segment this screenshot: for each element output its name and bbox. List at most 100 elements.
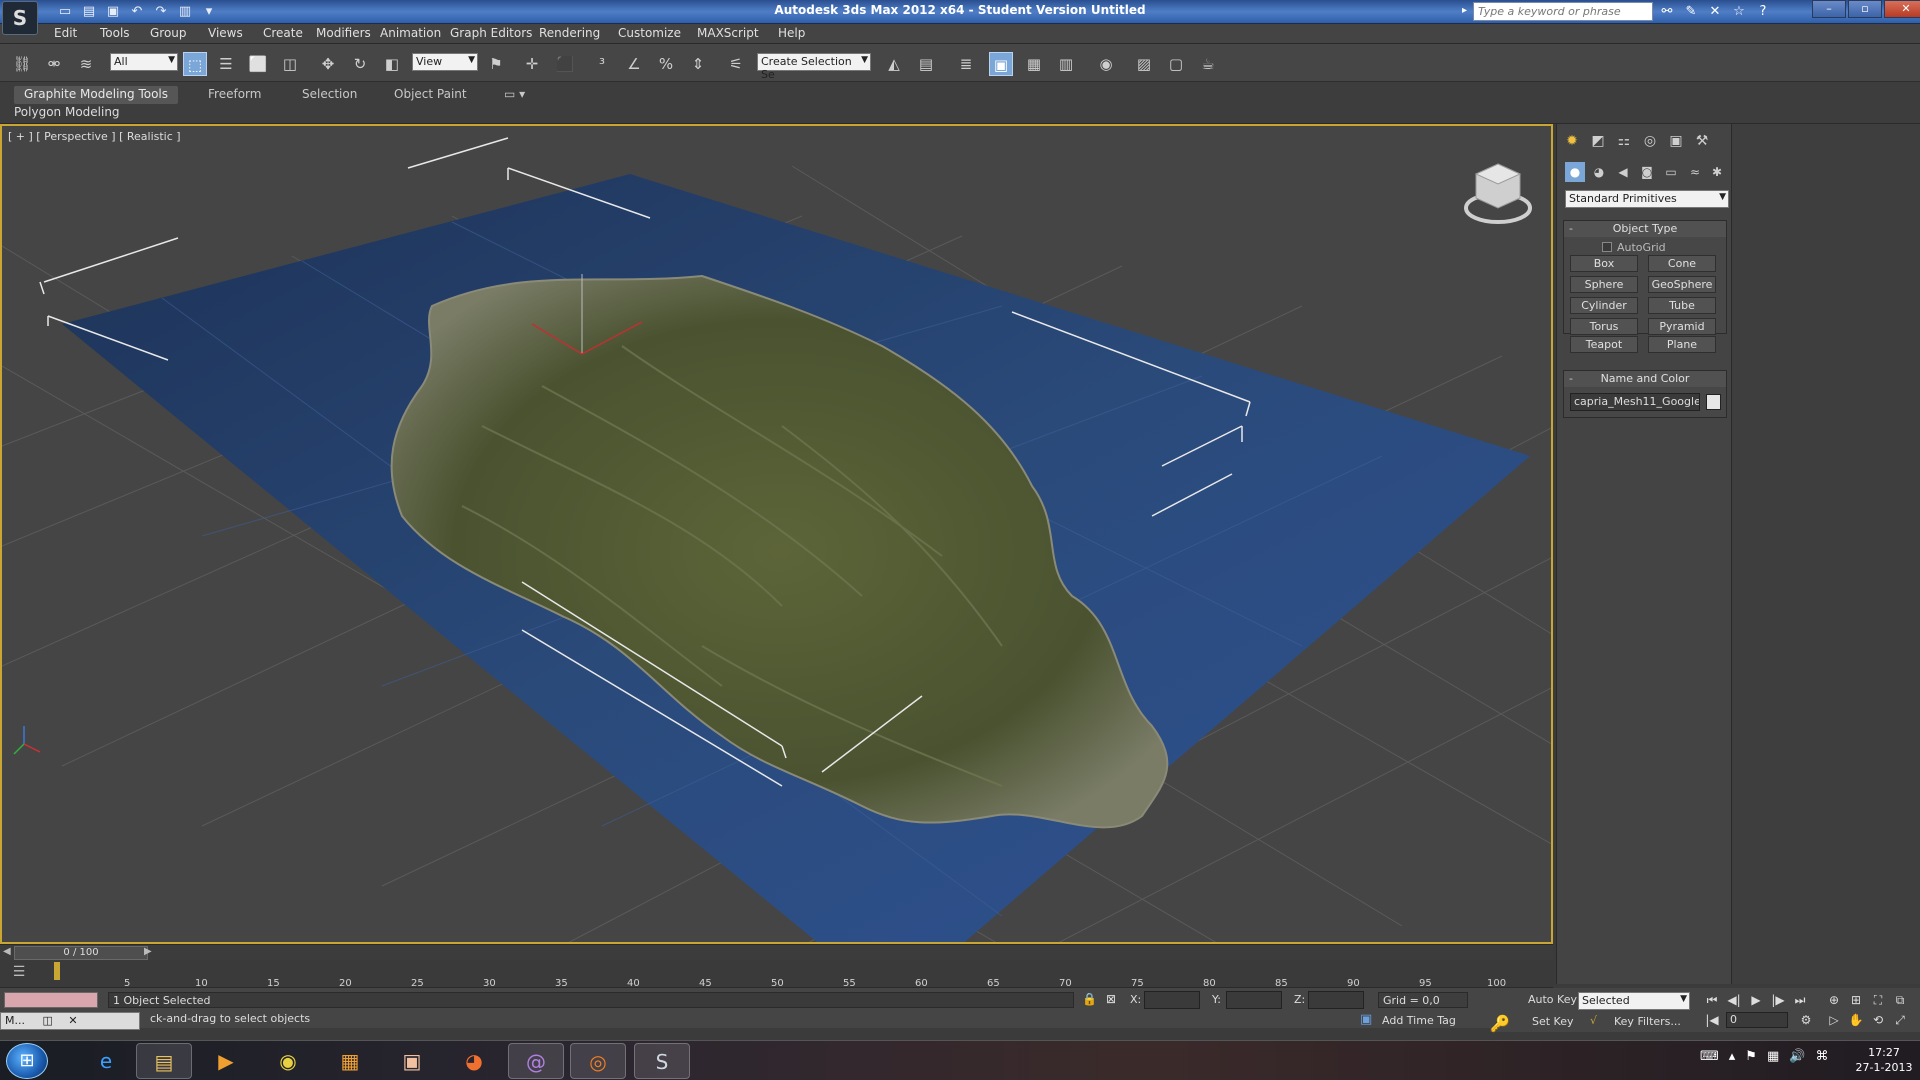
blender-icon[interactable]: ◎ [570,1043,626,1079]
bind-space-warp-icon[interactable]: ≋ [74,52,98,76]
x-coordinate-field[interactable] [1144,991,1200,1009]
edit-named-selection-icon[interactable]: ⚟ [724,52,748,76]
menu-rendering[interactable]: Rendering [539,26,600,40]
orbit-icon[interactable]: ⟲ [1868,1011,1888,1029]
layer-manager-icon[interactable]: ≣ [954,52,978,76]
zoom-all-icon[interactable]: ⊞ [1846,991,1866,1009]
menu-customize[interactable]: Customize [618,26,681,40]
select-by-name-icon[interactable]: ☰ [214,52,238,76]
snaps-toggle-icon[interactable]: ³ [590,52,614,76]
file-explorer-icon[interactable]: ▤ [136,1043,192,1079]
set-key-button[interactable]: Set Key [1532,1015,1574,1028]
tab-selection[interactable]: Selection [292,86,367,104]
internet-explorer-icon[interactable]: e [78,1043,134,1079]
reference-coordinate-dropdown[interactable]: View ▼ [412,53,478,71]
3ds-max-taskbar-icon[interactable]: S [634,1043,690,1079]
key-selection-dropdown[interactable]: Selected ▼ [1578,992,1690,1010]
go-to-end-icon[interactable]: ⏭ [1790,991,1810,1009]
close-button[interactable]: ✕ [1884,0,1920,18]
window-crossing-icon[interactable]: ◫ [278,52,302,76]
chrome-icon[interactable]: ◉ [260,1043,316,1079]
schematic-view-icon[interactable]: ▥ [1054,52,1078,76]
system-clock[interactable]: 17:27 27-1-2013 [1852,1045,1916,1075]
rendered-frame-window-icon[interactable]: ▢ [1164,52,1188,76]
ribbon-options-icon[interactable]: ▭ ▾ [494,86,535,104]
space-warps-category-icon[interactable]: ≈ [1685,162,1705,182]
percent-snap-icon[interactable]: % [654,52,678,76]
tab-freeform[interactable]: Freeform [198,86,271,104]
pyramid-button[interactable]: Pyramid [1648,318,1716,335]
listener-restore-icon[interactable]: ◫ [42,1014,52,1027]
shapes-category-icon[interactable]: ◕ [1589,162,1609,182]
play-icon[interactable]: ▶ [1746,991,1766,1009]
binoculars-icon[interactable]: ⚯ [1658,3,1676,21]
volume-icon[interactable]: 🔊 [1789,1049,1805,1064]
help-icon[interactable]: ? [1754,3,1772,21]
previous-frame-icon[interactable]: ◀| [1724,991,1744,1009]
current-frame-marker[interactable] [54,962,60,980]
viewport-label-menu[interactable]: [ + ] [ Perspective ] [ Realistic ] [8,130,181,143]
cone-button[interactable]: Cone [1648,255,1716,272]
redo-icon[interactable]: ↷ [152,3,170,21]
search-input[interactable]: Type a keyword or phrase [1473,2,1653,21]
network-icon[interactable]: ▦ [1767,1049,1779,1064]
save-icon[interactable]: ▣ [104,3,122,21]
angle-snap-icon[interactable]: ∠ [622,52,646,76]
pivot-point-center-icon[interactable]: ⚑ [484,52,508,76]
selection-filter-dropdown[interactable]: All ▼ [110,53,178,71]
zoom-icon[interactable]: ⊕ [1824,991,1844,1009]
viewcube[interactable] [1462,156,1534,228]
favorites-star-icon[interactable]: ☆ [1730,3,1748,21]
ribbon-panel-polygon-modeling[interactable]: Polygon Modeling [14,105,120,121]
tube-button[interactable]: Tube [1648,297,1716,314]
project-folder-icon[interactable]: ▥ [176,3,194,21]
app-logo-button[interactable]: S [2,1,38,35]
add-time-tag-button[interactable]: Add Time Tag [1382,1014,1456,1027]
tab-graphite-modeling-tools[interactable]: Graphite Modeling Tools [14,86,179,104]
pan-view-icon[interactable]: ✋ [1846,1011,1866,1029]
time-tag-icon[interactable]: ▣ [1360,1012,1372,1027]
menu-help[interactable]: Help [778,26,805,40]
language-icon[interactable]: ⌘ [1815,1049,1828,1064]
maximize-viewport-icon[interactable]: ⤢ [1890,1011,1910,1029]
mirror-icon[interactable]: ◭ [882,52,906,76]
y-coordinate-field[interactable] [1226,991,1282,1009]
time-configuration-icon[interactable]: ⚙ [1796,1011,1816,1029]
object-name-input[interactable]: capria_Mesh11_Google_Ea [1570,393,1700,411]
set-key-mode-icon[interactable]: 🔑 [1490,1014,1510,1033]
sphere-button[interactable]: Sphere [1570,276,1638,293]
maxscript-mini-listener[interactable] [4,992,98,1008]
auto-key-button[interactable]: Auto Key [1528,993,1577,1006]
material-editor-icon[interactable]: ◉ [1094,52,1118,76]
key-mode-toggle-icon[interactable]: |◀ [1702,1011,1722,1029]
time-slider-prev-icon[interactable]: ◀ [3,946,11,957]
track-bar[interactable]: ☰ 5 10 15 20 25 30 35 40 45 50 55 60 65 … [0,960,1553,989]
start-button[interactable]: ⊞ [6,1043,48,1079]
named-selection-sets-dropdown[interactable]: Create Selection Se ▼ [757,53,871,81]
torus-button[interactable]: Torus [1570,318,1638,335]
time-slider-next-icon[interactable]: ▶ [144,946,152,957]
next-frame-icon[interactable]: |▶ [1768,991,1788,1009]
open-file-icon[interactable]: ▤ [80,3,98,21]
field-of-view-icon[interactable]: ▷ [1824,1011,1844,1029]
firefox-icon[interactable]: ◕ [446,1043,502,1079]
zoom-extents-all-icon[interactable]: ⧉ [1890,991,1910,1009]
plane-button[interactable]: Plane [1648,336,1716,353]
menu-edit[interactable]: Edit [54,26,77,40]
go-to-start-icon[interactable]: ⏮ [1702,991,1722,1009]
helpers-category-icon[interactable]: ▭ [1661,162,1681,182]
listener-close-icon[interactable]: ✕ [68,1014,77,1027]
taskbar-max-thumbnail[interactable]: M... ◫ ✕ [0,1012,140,1030]
z-coordinate-field[interactable] [1308,991,1364,1009]
paint-icon[interactable]: ▣ [384,1043,440,1079]
spiral-app-icon[interactable]: @ [508,1043,564,1079]
new-file-icon[interactable]: ▭ [56,3,74,21]
unlink-icon[interactable]: ⚮ [42,52,66,76]
box-button[interactable]: Box [1570,255,1638,272]
zoom-extents-icon[interactable]: ⛶ [1868,991,1888,1009]
render-setup-icon[interactable]: ▨ [1132,52,1156,76]
time-slider[interactable]: ◀ 0 / 100 ▶ [0,944,1553,960]
teapot-button[interactable]: Teapot [1570,336,1638,353]
menu-modifiers[interactable]: Modifiers [316,26,371,40]
chevron-down-icon[interactable]: ▾ [200,3,218,21]
